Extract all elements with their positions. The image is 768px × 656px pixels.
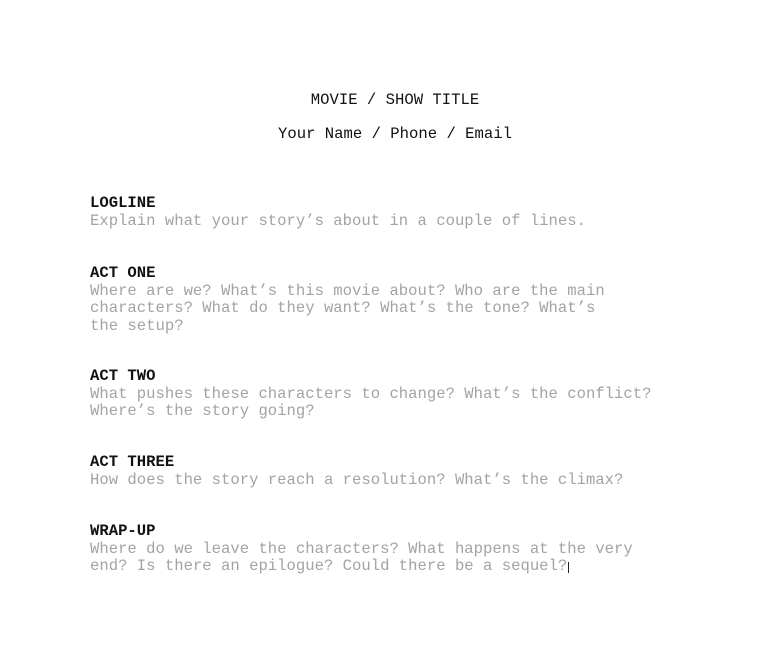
- section-prompt-line-last[interactable]: end? Is there an epilogue? Could there b…: [90, 557, 690, 576]
- section-heading[interactable]: ACT TWO: [90, 367, 690, 386]
- section-heading[interactable]: WRAP-UP: [90, 522, 690, 541]
- document-page[interactable]: MOVIE / SHOW TITLE Your Name / Phone / E…: [0, 0, 768, 656]
- section-logline: LOGLINE Explain what your story’s about …: [90, 194, 690, 231]
- section-prompt-line[interactable]: What pushes these characters to change? …: [90, 385, 690, 404]
- section-act-one: ACT ONE Where are we? What’s this movie …: [90, 264, 690, 336]
- document-title[interactable]: MOVIE / SHOW TITLE: [0, 91, 768, 110]
- section-prompt-line[interactable]: Where do we leave the characters? What h…: [90, 540, 690, 559]
- section-prompt-line[interactable]: Where’s the story going?: [90, 402, 690, 421]
- section-prompt-line[interactable]: How does the story reach a resolution? W…: [90, 471, 690, 490]
- section-heading[interactable]: LOGLINE: [90, 194, 690, 213]
- section-act-two: ACT TWO What pushes these characters to …: [90, 367, 690, 421]
- section-heading[interactable]: ACT THREE: [90, 453, 690, 472]
- section-wrap-up: WRAP-UP Where do we leave the characters…: [90, 522, 690, 576]
- author-contact-line[interactable]: Your Name / Phone / Email: [0, 125, 768, 144]
- section-act-three: ACT THREE How does the story reach a res…: [90, 453, 690, 490]
- section-prompt-line[interactable]: Where are we? What’s this movie about? W…: [90, 282, 690, 301]
- section-prompt-line[interactable]: Explain what your story’s about in a cou…: [90, 212, 690, 231]
- section-prompt-line[interactable]: the setup?: [90, 317, 690, 336]
- text-cursor: [568, 562, 570, 573]
- section-prompt-line[interactable]: characters? What do they want? What’s th…: [90, 299, 690, 318]
- section-prompt-text[interactable]: end? Is there an epilogue? Could there b…: [90, 557, 567, 575]
- section-heading[interactable]: ACT ONE: [90, 264, 690, 283]
